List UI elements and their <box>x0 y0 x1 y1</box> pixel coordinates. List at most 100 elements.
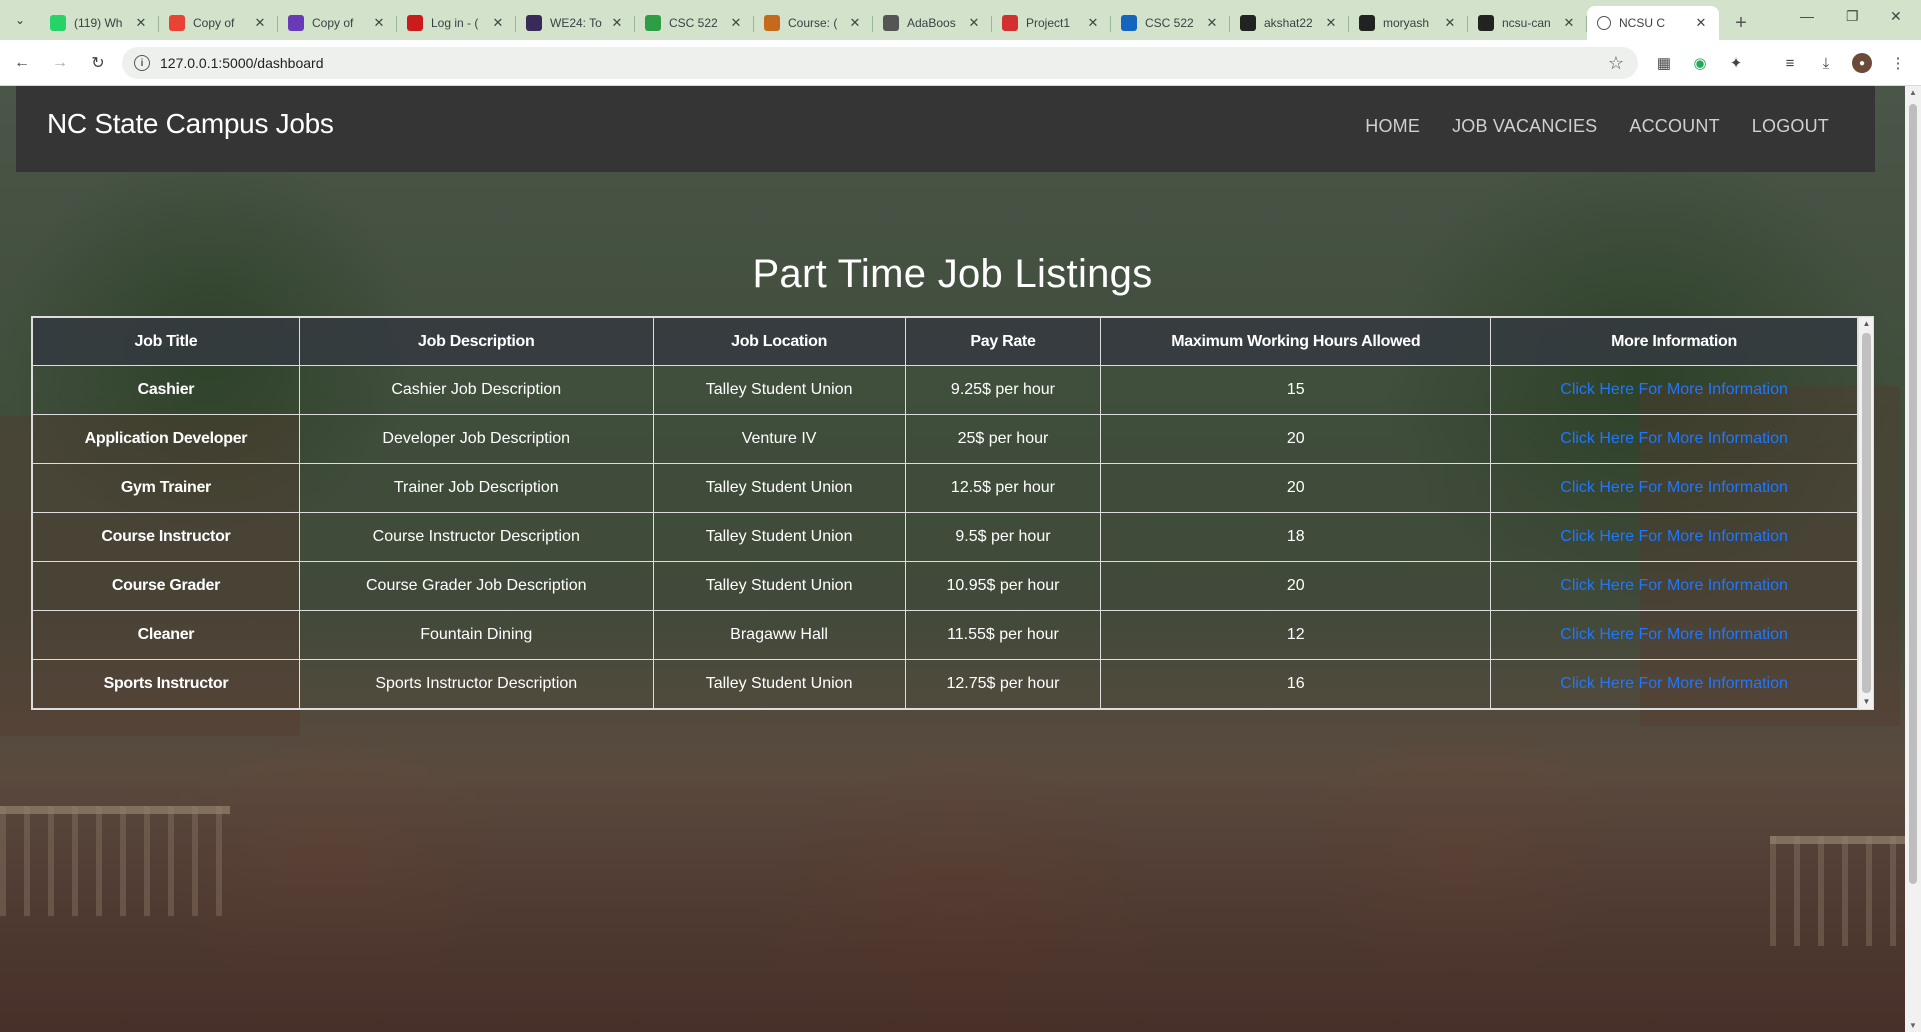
browser-tab[interactable]: akshat22 ✕ <box>1230 6 1349 40</box>
close-icon[interactable]: ✕ <box>1561 15 1577 31</box>
close-icon[interactable]: ✕ <box>728 15 744 31</box>
close-icon[interactable]: ✕ <box>1442 15 1458 31</box>
browser-tab[interactable]: CSC 522 ✕ <box>635 6 754 40</box>
close-icon[interactable]: ✕ <box>609 15 625 31</box>
more-info-link[interactable]: Click Here For More Information <box>1560 577 1788 594</box>
reload-icon[interactable]: ↻ <box>82 47 114 79</box>
browser-tab[interactable]: AdaBoos ✕ <box>873 6 992 40</box>
nav-logout[interactable]: LOGOUT <box>1752 116 1829 137</box>
browser-tab-strip: ⌄ (119) Wh ✕ Copy of ✕ Copy of ✕ Log in - (✕ WE… <box>0 0 1921 40</box>
scroll-up-icon[interactable]: ▲ <box>1905 88 1921 97</box>
pay-rate-cell: 10.95$ per hour <box>904 561 1102 611</box>
more-info-link[interactable]: Click Here For More Information <box>1560 528 1788 545</box>
minimize-icon[interactable]: — <box>1800 8 1814 24</box>
more-info-cell: Click Here For More Information <box>1490 414 1858 464</box>
scroll-down-icon[interactable]: ▼ <box>1905 1021 1921 1030</box>
more-info-cell: Click Here For More Information <box>1490 561 1858 611</box>
table-row: Application Developer Developer Job Descr… <box>32 414 1858 464</box>
tab-active[interactable]: NCSU C ✕ <box>1587 6 1719 40</box>
puzzle-extensions-icon[interactable]: ✦ <box>1726 53 1746 73</box>
close-window-icon[interactable]: ✕ <box>1890 8 1902 25</box>
nav-account[interactable]: ACCOUNT <box>1629 116 1719 137</box>
site-brand[interactable]: NC State Campus Jobs <box>47 108 334 140</box>
tab-label: akshat22 <box>1264 16 1313 30</box>
browser-tab[interactable]: moryash ✕ <box>1349 6 1468 40</box>
browser-tab[interactable]: CSC 522 ✕ <box>1111 6 1230 40</box>
tab-label: Log in - ( <box>431 16 479 30</box>
table-scrollbar[interactable]: ▲ ▼ <box>1858 317 1873 709</box>
tab-label: Copy of <box>312 16 354 30</box>
browser-tab[interactable]: WE24: To ✕ <box>516 6 635 40</box>
more-menu-icon[interactable]: ⋮ <box>1888 53 1908 73</box>
more-info-link[interactable]: Click Here For More Information <box>1560 430 1788 447</box>
close-icon[interactable]: ✕ <box>133 15 149 31</box>
tab-search-chevron-icon[interactable]: ⌄ <box>6 6 34 34</box>
tab-label: CSC 522 <box>1145 16 1194 30</box>
browser-tab[interactable]: Course: ( ✕ <box>754 6 873 40</box>
new-tab-button[interactable]: + <box>1727 9 1755 37</box>
close-icon[interactable]: ✕ <box>966 15 982 31</box>
job-listings-table-container: Job Title Job Description Job Location P… <box>31 316 1874 710</box>
more-info-link[interactable]: Click Here For More Information <box>1560 675 1788 692</box>
browser-tab[interactable]: ncsu-can ✕ <box>1468 6 1587 40</box>
scroll-down-icon[interactable]: ▼ <box>1859 695 1874 709</box>
bookmark-star-icon[interactable]: ☆ <box>1608 53 1624 74</box>
scroll-up-icon[interactable]: ▲ <box>1859 317 1874 331</box>
tab-label: Course: ( <box>788 16 838 30</box>
p-icon <box>1121 15 1137 31</box>
close-icon[interactable]: ✕ <box>1693 15 1709 31</box>
tab-label: CSC 522 <box>669 16 718 30</box>
more-info-cell: Click Here For More Information <box>1490 512 1858 562</box>
max-hours-cell: 20 <box>1100 561 1492 611</box>
job-location-cell: Talley Student Union <box>652 365 906 415</box>
tab-label: (119) Wh <box>74 16 123 30</box>
job-location-cell: Venture IV <box>652 414 906 464</box>
more-info-link[interactable]: Click Here For More Information <box>1560 479 1788 496</box>
nav-home[interactable]: HOME <box>1365 116 1420 137</box>
back-arrow-icon[interactable]: ← <box>6 47 38 79</box>
job-title-cell: Cleaner <box>32 610 300 660</box>
header-max-hours: Maximum Working Hours Allowed <box>1100 317 1492 366</box>
scrollbar-thumb[interactable] <box>1909 104 1917 884</box>
close-icon[interactable]: ✕ <box>371 15 387 31</box>
pay-rate-cell: 11.55$ per hour <box>904 610 1102 660</box>
site-info-icon[interactable]: i <box>134 55 150 71</box>
browser-tab[interactable]: (119) Wh ✕ <box>40 6 159 40</box>
pay-rate-cell: 25$ per hour <box>904 414 1102 464</box>
nav-links: HOME JOB VACANCIES ACCOUNT LOGOUT <box>1365 116 1829 137</box>
job-title-cell: Course Grader <box>32 561 300 611</box>
grammarly-icon[interactable]: ◉ <box>1690 53 1710 73</box>
max-hours-cell: 15 <box>1100 365 1492 415</box>
profile-avatar[interactable]: ● <box>1852 53 1872 73</box>
close-icon[interactable]: ✕ <box>252 15 268 31</box>
scrollbar-thumb[interactable] <box>1862 333 1871 693</box>
job-title-cell: Cashier <box>32 365 300 415</box>
close-icon[interactable]: ✕ <box>1204 15 1220 31</box>
forward-arrow-icon[interactable]: → <box>44 47 76 79</box>
tab-label: WE24: To <box>550 16 602 30</box>
project-icon <box>1002 15 1018 31</box>
browser-tab[interactable]: Copy of ✕ <box>159 6 278 40</box>
url-text: 127.0.0.1:5000/dashboard <box>160 55 324 71</box>
table-header-row: Job Title Job Description Job Location P… <box>32 317 1858 366</box>
browser-tab[interactable]: Copy of ✕ <box>278 6 397 40</box>
page-title: Part Time Job Listings <box>752 252 1153 296</box>
page-scrollbar[interactable]: ▲ ▼ <box>1905 86 1921 1032</box>
job-description-cell: Course Grader Job Description <box>298 561 654 611</box>
more-info-link[interactable]: Click Here For More Information <box>1560 626 1788 643</box>
browser-tab[interactable]: Project1 ✕ <box>992 6 1111 40</box>
more-info-link[interactable]: Click Here For More Information <box>1560 381 1788 398</box>
browser-tab[interactable]: Log in - ( ✕ <box>397 6 516 40</box>
close-icon[interactable]: ✕ <box>1323 15 1339 31</box>
address-bar[interactable]: i 127.0.0.1:5000/dashboard ☆ <box>122 47 1638 79</box>
gmail-icon <box>169 15 185 31</box>
close-icon[interactable]: ✕ <box>1085 15 1101 31</box>
nav-job-vacancies[interactable]: JOB VACANCIES <box>1452 116 1597 137</box>
download-icon[interactable]: ⤓ <box>1816 53 1836 73</box>
restore-icon[interactable]: ❐ <box>1846 8 1859 25</box>
close-icon[interactable]: ✕ <box>847 15 863 31</box>
close-icon[interactable]: ✕ <box>490 15 506 31</box>
globe-icon <box>1597 16 1611 30</box>
media-controls-icon[interactable]: ≡ <box>1780 53 1800 73</box>
extension-icon[interactable]: ▦ <box>1654 53 1674 73</box>
